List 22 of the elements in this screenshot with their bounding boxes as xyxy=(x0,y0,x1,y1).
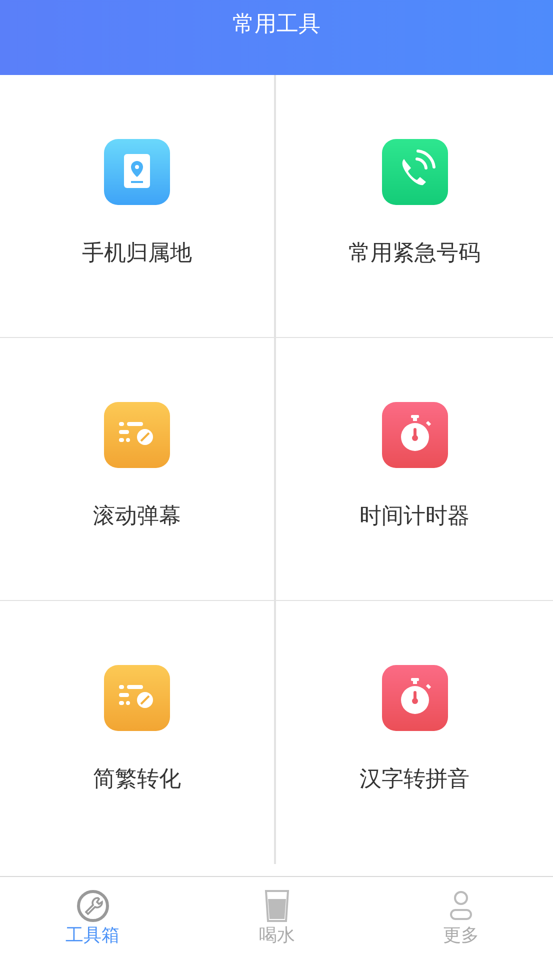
glass-icon xyxy=(264,889,290,923)
wrench-icon xyxy=(76,889,110,923)
tool-label: 滚动弹幕 xyxy=(93,503,181,531)
list-edit-icon xyxy=(104,402,170,468)
list-edit-icon xyxy=(104,665,170,731)
stopwatch-icon xyxy=(382,665,448,731)
tool-tile[interactable]: 时间计时器 xyxy=(276,338,553,601)
tool-label: 手机归属地 xyxy=(82,240,192,268)
tool-label: 汉字转拼音 xyxy=(360,766,470,794)
tool-label: 时间计时器 xyxy=(360,503,470,531)
tool-tile[interactable]: 简繁转化 xyxy=(0,601,276,864)
tool-tile[interactable]: 滚动弹幕 xyxy=(0,338,276,601)
person-icon xyxy=(448,889,474,923)
stopwatch-icon xyxy=(382,402,448,468)
page-title: 常用工具 xyxy=(232,11,320,39)
location-pin-icon xyxy=(104,139,170,205)
tool-label: 常用紧急号码 xyxy=(348,240,480,268)
tool-tile[interactable]: 常用紧急号码 xyxy=(276,75,553,338)
tool-tile[interactable]: 汉字转拼音 xyxy=(276,601,553,864)
tool-tile[interactable]: 手机归属地 xyxy=(0,75,276,338)
tool-label: 简繁转化 xyxy=(93,766,181,794)
phone-icon xyxy=(382,139,448,205)
